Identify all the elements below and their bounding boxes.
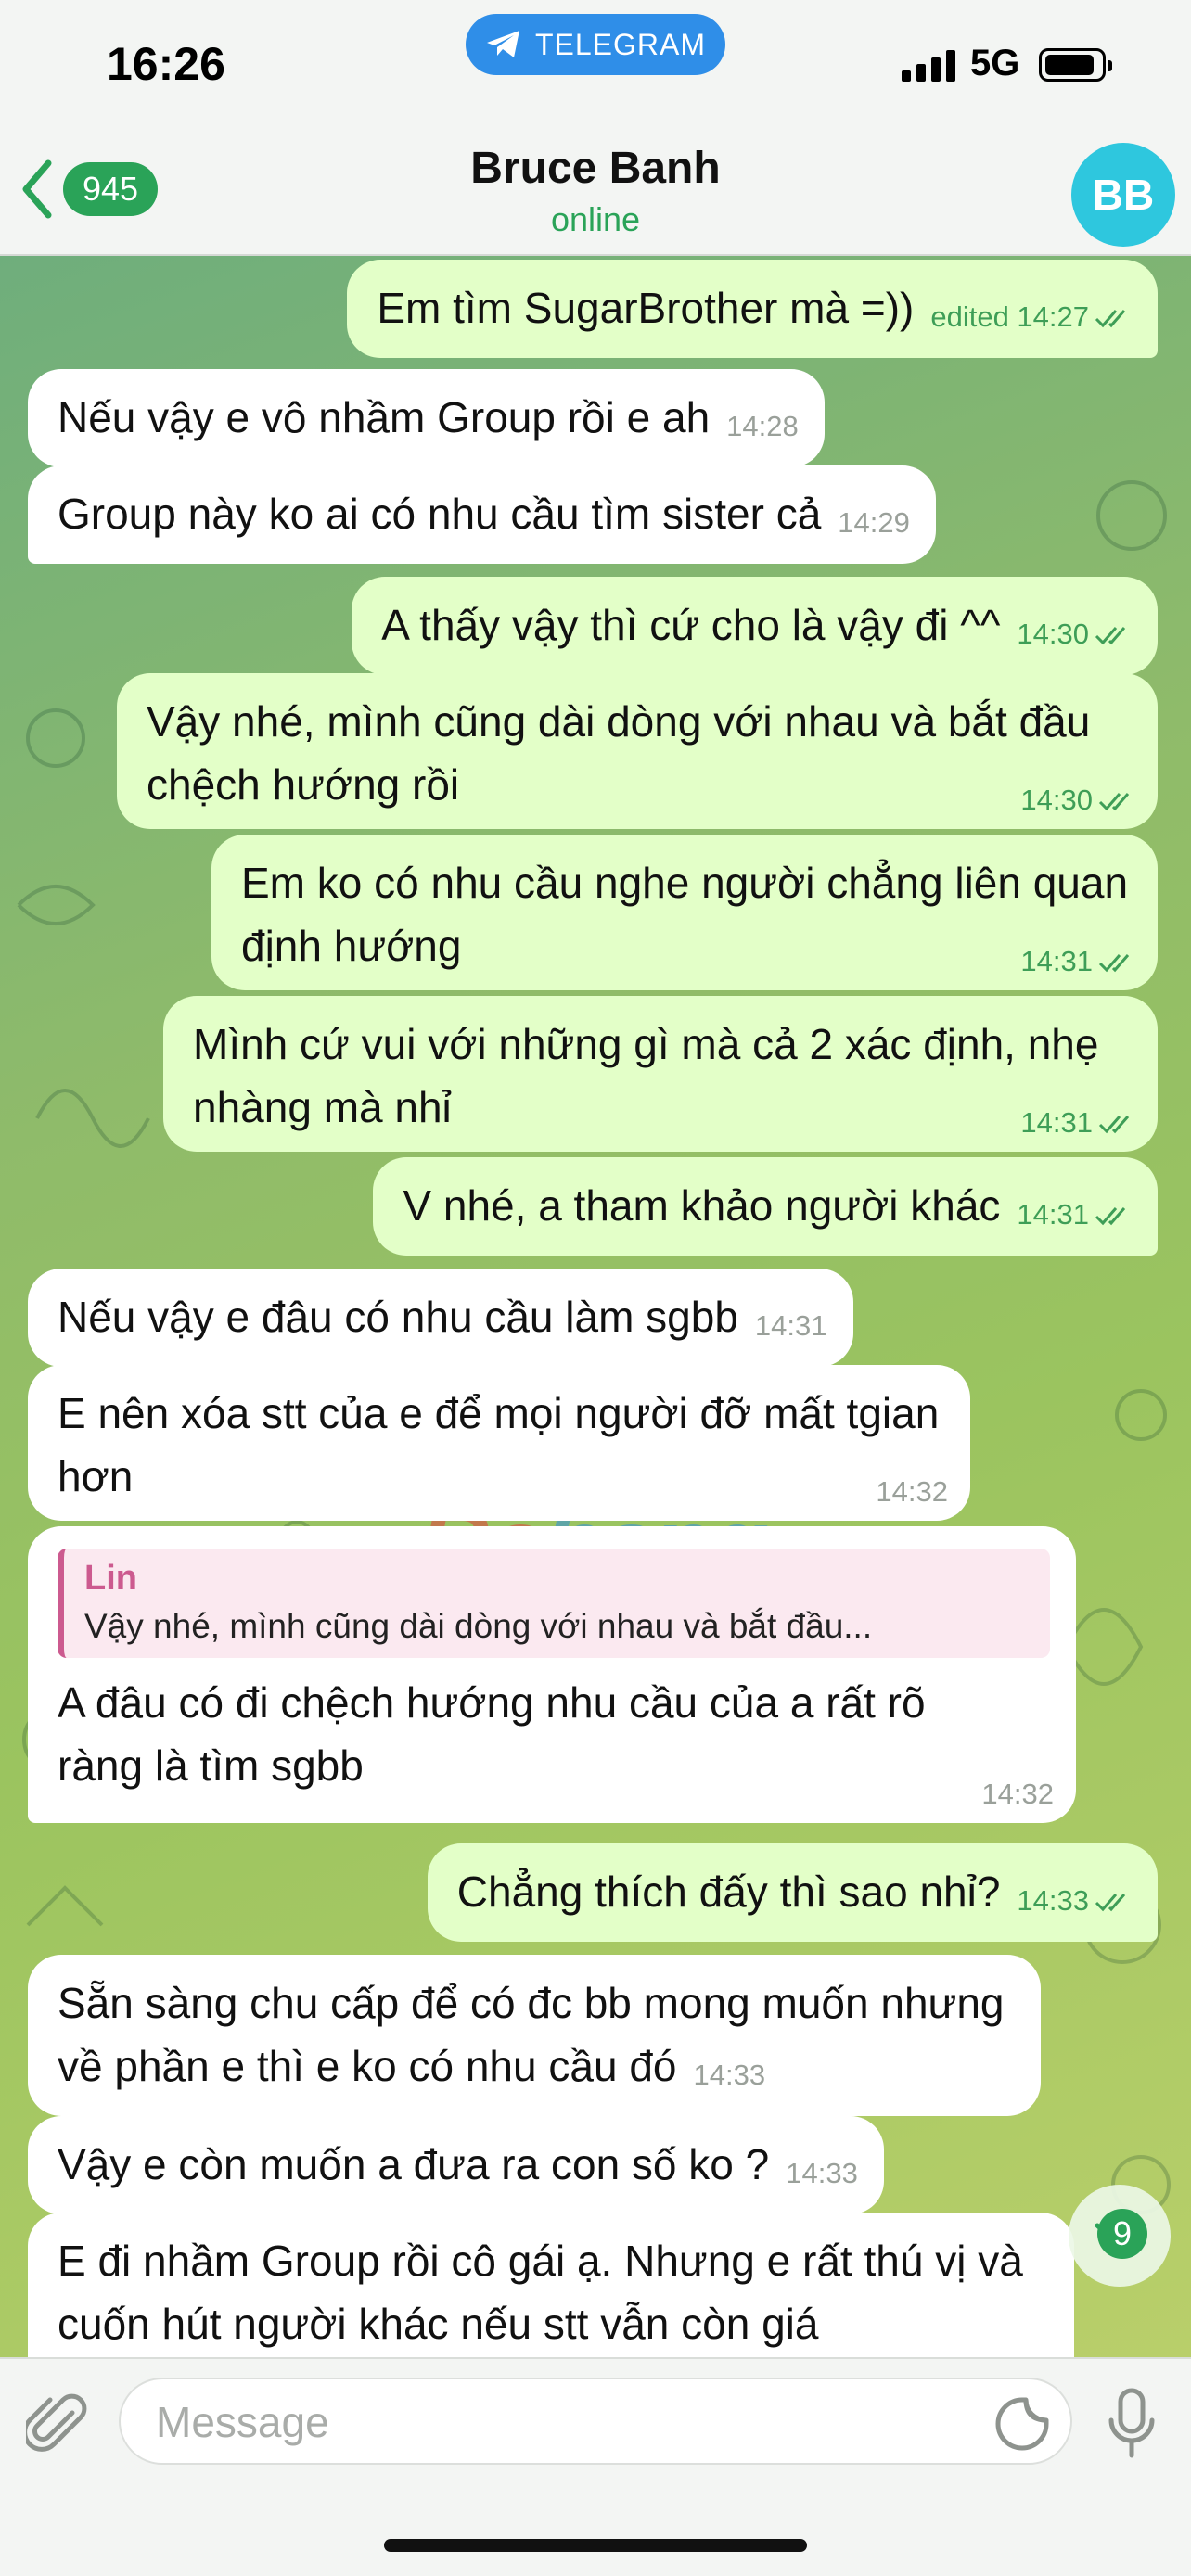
message-time: 14:30 — [1020, 784, 1093, 816]
double-check-icon — [1095, 1894, 1126, 1912]
message-meta: 14:31 — [1020, 947, 1135, 976]
message-time: 14:31 — [1020, 1106, 1093, 1139]
message-outgoing[interactable]: Mình cứ vui với những gì mà cả 2 xác địn… — [163, 996, 1158, 1152]
telegram-pill[interactable]: TELEGRAM — [466, 14, 725, 75]
double-check-icon — [1095, 310, 1126, 328]
message-input-container[interactable] — [119, 2378, 1072, 2465]
double-check-icon — [1095, 1207, 1126, 1226]
message-incoming[interactable]: Nếu vậy e đâu có nhu cầu làm sgbb 14:31 — [28, 1269, 853, 1367]
message-meta: 14:31 — [1017, 1200, 1132, 1229]
message-time: 14:28 — [726, 410, 799, 442]
chat-area[interactable]: Rohang Em tìm SugarBrother mà =))edited … — [0, 256, 1191, 2357]
message-meta: 14:31 — [1020, 1108, 1135, 1137]
message-time: 14:33 — [1017, 1884, 1089, 1917]
message-time: 14:31 — [1017, 1198, 1089, 1231]
message-time: 14:33 — [786, 2157, 858, 2189]
sticker-icon[interactable] — [994, 2396, 1050, 2452]
message-time: 14:33 — [693, 2059, 766, 2091]
unread-mentions-badge: 9 — [1097, 2209, 1147, 2259]
message-text: Em ko có nhu cầu nghe người chẳng liên q… — [241, 859, 1129, 970]
message-incoming[interactable]: Sẵn sàng chu cấp để có đc bb mong muốn n… — [28, 1955, 1041, 2116]
message-time: 14:32 — [981, 1778, 1054, 1810]
message-meta: 14:33 — [1017, 1886, 1132, 1915]
chat-status: online — [550, 200, 641, 238]
double-check-icon — [1098, 1116, 1130, 1134]
message-time: 14:31 — [754, 1309, 827, 1342]
message-time: 14:30 — [1017, 618, 1089, 650]
message-incoming[interactable]: Nếu vậy e vô nhầm Group rồi e ah 14:28 — [28, 369, 825, 467]
message-incoming[interactable]: Lin Vậy nhé, mình cũng dài dòng với nhau… — [28, 1526, 1076, 1823]
message-text: A thấy vậy thì cứ cho là vậy đi ^^ — [381, 601, 1001, 649]
message-meta: edited 14:27 — [930, 302, 1132, 331]
message-text: Vậy nhé, mình cũng dài dòng với nhau và … — [147, 697, 1091, 809]
message-outgoing[interactable]: Em ko có nhu cầu nghe người chẳng liên q… — [211, 835, 1158, 990]
paperclip-icon[interactable] — [26, 2392, 91, 2457]
message-input[interactable] — [154, 2379, 974, 2465]
back-button[interactable]: 945 — [20, 159, 158, 219]
message-text: Nếu vậy e vô nhầm Group rồi e ah — [58, 393, 711, 441]
message-time: 14:32 — [876, 1475, 948, 1508]
message-time: 14:31 — [1020, 945, 1093, 977]
battery-icon — [1039, 48, 1112, 82]
message-text: Chẳng thích đấy thì sao nhỉ? — [456, 1868, 1001, 1916]
home-indicator — [384, 2539, 807, 2552]
message-text: E đi nhầm Group rồi cô gái ạ. Nhưng e rấ… — [58, 2237, 1023, 2348]
chevron-left-icon — [22, 159, 52, 219]
status-bar: 16:26 TELEGRAM 5G — [0, 0, 1191, 139]
message-outgoing[interactable]: V nhé, a tham khảo người khác 14:31 — [373, 1157, 1158, 1256]
double-check-icon — [1098, 793, 1130, 811]
reply-author: Lin — [84, 1559, 137, 1598]
message-time: 14:29 — [838, 506, 910, 539]
message-incoming[interactable]: Group này ko ai có nhu cầu tìm sister cả… — [28, 465, 936, 564]
message-text: E nên xóa stt của e để mọi người đỡ mất … — [58, 1389, 940, 1500]
message-text: Sẵn sàng chu cấp để có đc bb mong muốn n… — [58, 1979, 1005, 2090]
message-outgoing[interactable]: Chẳng thích đấy thì sao nhỉ? 14:33 — [427, 1843, 1158, 1942]
message-text: A đâu có đi chệch hướng nhu cầu của a rấ… — [58, 1678, 926, 1790]
chat-header: Bruce Banh online 945 BB — [0, 139, 1191, 256]
message-outgoing[interactable]: A thấy vậy thì cứ cho là vậy đi ^^ 14:30 — [352, 577, 1158, 675]
double-check-icon — [1095, 627, 1126, 645]
network-type: 5G — [970, 43, 1020, 83]
chat-title[interactable]: Bruce Banh — [0, 143, 1191, 194]
microphone-icon[interactable] — [1104, 2387, 1159, 2461]
message-outgoing[interactable]: Em tìm SugarBrother mà =)) edited 14:27 — [347, 260, 1158, 358]
signal-icon — [902, 50, 955, 82]
message-meta: 14:30 — [1017, 619, 1132, 648]
message-text: V nhé, a tham khảo người khác — [403, 1181, 1001, 1230]
message-meta: 14:30 — [1020, 785, 1135, 814]
avatar[interactable]: BB — [1071, 143, 1175, 247]
message-time: edited 14:27 — [930, 300, 1089, 333]
message-text: Em tìm SugarBrother mà =)) — [377, 284, 915, 332]
message-incoming[interactable]: Vậy e còn muốn a đưa ra con số ko ? 14:33 — [28, 2116, 884, 2214]
double-check-icon — [1098, 954, 1130, 973]
reply-text: Vậy nhé, mình cũng dài dòng với nhau và … — [84, 1607, 873, 1645]
telegram-pill-label: TELEGRAM — [534, 27, 707, 61]
message-text: Nếu vậy e đâu có nhu cầu làm sgbb — [58, 1293, 738, 1341]
unread-count-badge: 945 — [63, 162, 158, 216]
reply-quote[interactable]: Lin Vậy nhé, mình cũng dài dòng với nhau… — [58, 1549, 1050, 1658]
message-text: Vậy e còn muốn a đưa ra con số ko ? — [58, 2140, 770, 2188]
message-incoming[interactable]: E đi nhầm Group rồi cô gái ạ. Nhưng e rấ… — [28, 2213, 1074, 2357]
message-outgoing[interactable]: Vậy nhé, mình cũng dài dòng với nhau và … — [117, 673, 1158, 829]
message-text: Mình cứ vui với những gì mà cả 2 xác địn… — [193, 1020, 1099, 1131]
message-text: Group này ko ai có nhu cầu tìm sister cả — [58, 490, 822, 538]
telegram-icon — [486, 31, 519, 57]
message-incoming[interactable]: E nên xóa stt của e để mọi người đỡ mất … — [28, 1365, 970, 1521]
clock: 16:26 — [107, 38, 225, 90]
